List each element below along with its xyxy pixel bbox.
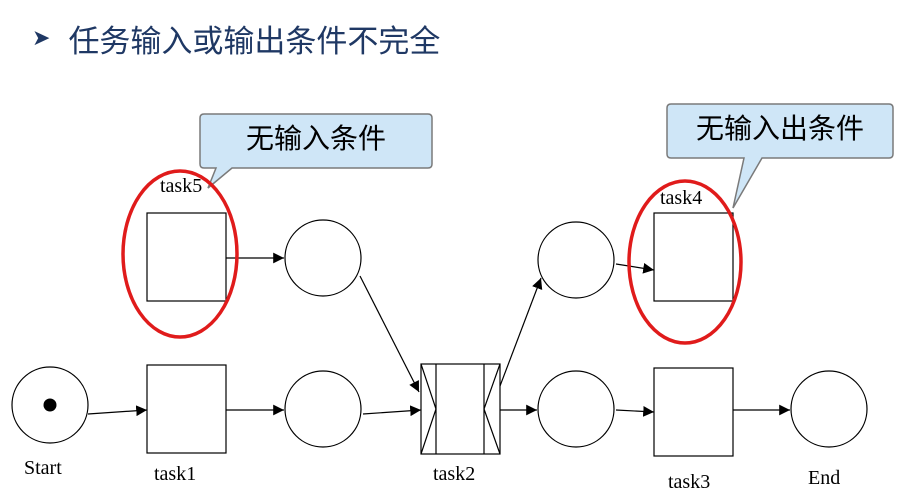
task2-label: task2 <box>433 463 475 485</box>
callout-no-input-text: 无输入条件 <box>246 122 386 155</box>
arc-start-task1 <box>87 405 148 417</box>
callout-no-input: 无输入条件 <box>199 113 433 189</box>
task3-label: task3 <box>668 471 710 493</box>
end-condition <box>790 370 868 448</box>
end-label: End <box>808 467 840 489</box>
condition-task2-top <box>537 221 615 299</box>
arc-task2-condition-top <box>499 277 543 387</box>
task4-label: task4 <box>660 187 702 209</box>
arc-condition-task2-top <box>359 275 420 393</box>
task1-label: task1 <box>154 463 196 485</box>
arc-condition-task4 <box>615 262 655 274</box>
task3-box <box>653 367 734 457</box>
task5-box <box>146 212 227 302</box>
callout-no-input-output-text: 无输入出条件 <box>696 112 864 145</box>
condition-task1-task2 <box>284 370 362 448</box>
condition-task2-bottom <box>537 370 615 448</box>
task4-box <box>653 212 734 302</box>
workflow-diagram: 无输入条件 无输入出条件 Start task1 task5 task2 tas… <box>11 103 894 493</box>
arc-condition-task3 <box>615 406 655 417</box>
task2-box <box>420 363 501 455</box>
start-token <box>43 398 57 412</box>
condition-task5-out <box>284 219 362 297</box>
arc-condition-task2 <box>362 405 422 417</box>
task1-box <box>146 364 227 454</box>
task5-label: task5 <box>160 175 202 197</box>
start-label: Start <box>24 457 62 479</box>
